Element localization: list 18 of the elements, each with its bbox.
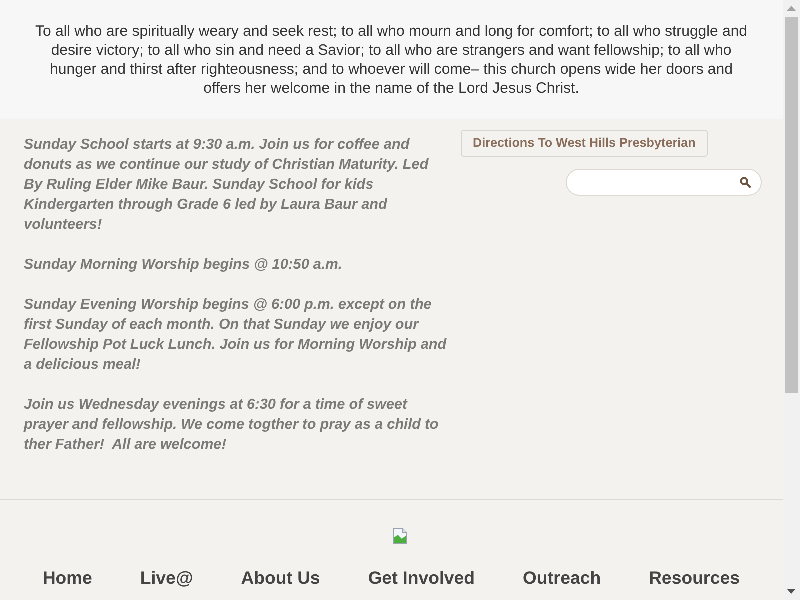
scroll-down-arrow-icon[interactable] [787,589,796,594]
nav-link[interactable]: Live@ [116,567,218,589]
nav-link[interactable]: Home [18,567,116,589]
announcement-paragraph: Join us Wednesday evenings at 6:30 for a time of sweet prayer and fellowship. We come togther to pray as a child to ther Father! All are welcome! [24,396,440,455]
search-icon[interactable] [740,177,751,188]
announcement-paragraph: Sunday Morning Worship begins @ 10:50 a.m. [24,256,344,275]
nav-link[interactable]: Outreach [499,567,626,589]
directions-button[interactable]: Directions To West Hills Presbyterian [461,130,708,157]
scroll-up-arrow-icon[interactable] [787,6,796,11]
announcement-paragraph: Sunday Evening Worship begins @ 6:00 p.m. except on the first Sunday of each month. On that Sunday we enjoy our Fellowship Pot Luck Lunch. Join us for Morning Worship and a delicious meal! [24,296,448,375]
nav-link[interactable]: Resources [625,567,764,589]
search-field[interactable] [566,169,762,196]
scrollbar-thumb[interactable] [785,17,798,393]
welcome-message: To all who are spiritually weary and seek rest; to all who mourn and long for comfort; to all who struggle and desire victory; to all who sin and need a Savior; to all who are strangers and want fellowship; to all who hunger and thirst after righteousness; and to whoever will come– this church opens wide her doors and offers her welcome in the name of the Lord Jesus Christ. [34,22,749,98]
broken-image-icon [392,528,408,544]
nav-link[interactable]: Get Involved [344,567,500,589]
announcement-paragraph: Sunday School starts at 9:30 a.m. Join us for coffee and donuts as we continue our study of Christian Maturity. Led By Ruling Elder Mike Baur. Sunday School for kids Kindergarten through Grade 6 led by Laura Baur and volunteers! [24,136,430,235]
nav-link[interactable]: About Us [217,567,344,589]
